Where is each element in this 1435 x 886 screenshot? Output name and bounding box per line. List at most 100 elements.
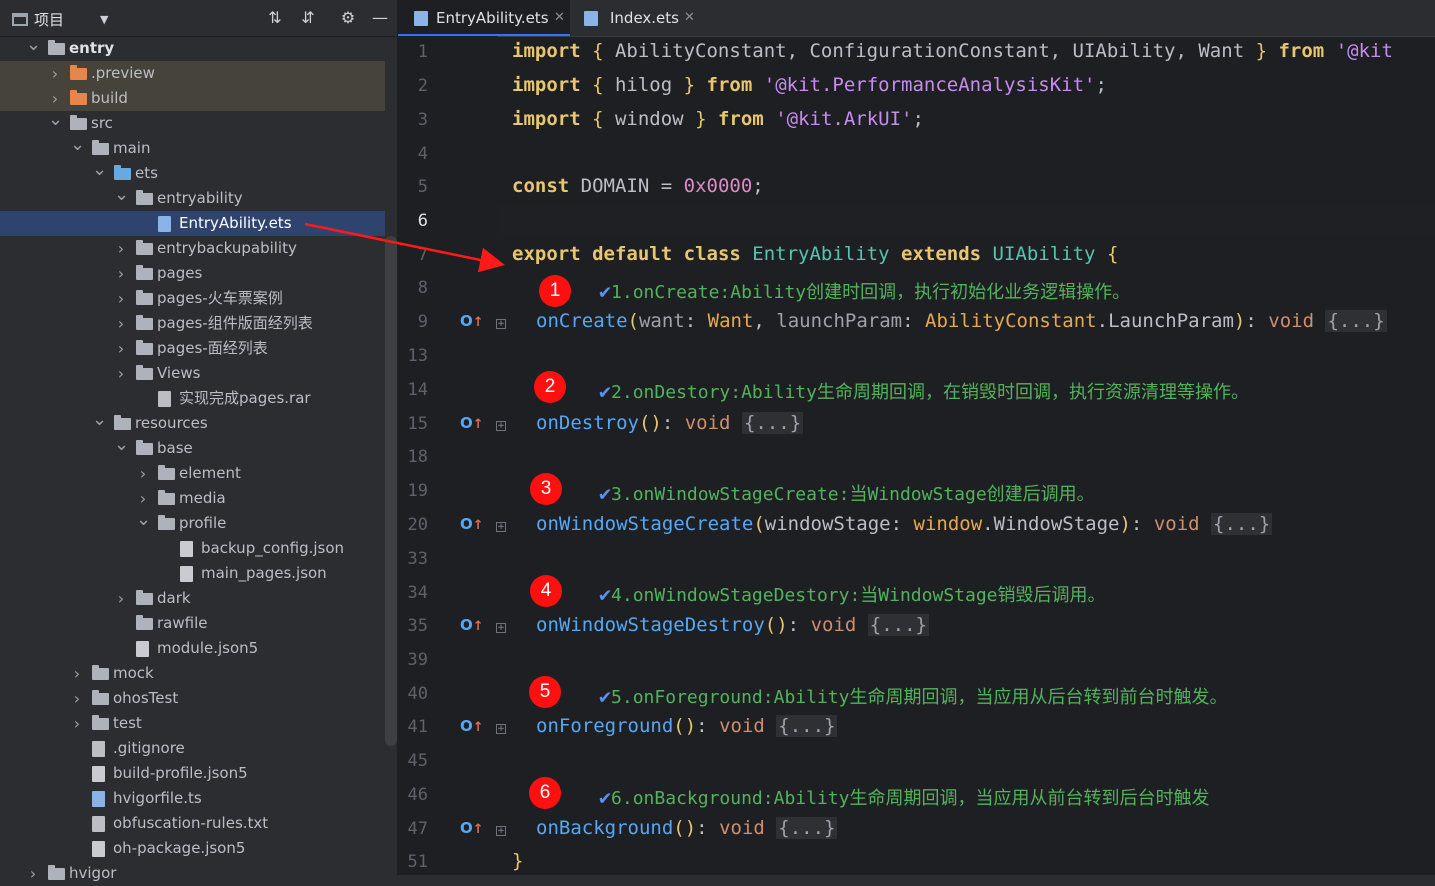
tree-item-label: rawfile: [157, 614, 208, 632]
folded-body[interactable]: {...}: [776, 817, 838, 839]
chevron-right-icon[interactable]: ›: [70, 686, 84, 711]
tree-item-label: 实现完成pages.rar: [179, 389, 311, 407]
tree-item-pages[interactable]: › pages: [0, 261, 385, 286]
tree-item-test[interactable]: › test: [0, 711, 385, 736]
folder-icon: [136, 290, 153, 305]
tree-item-base[interactable]: ⌄ base: [0, 434, 385, 461]
tree-item-profile[interactable]: ⌄ profile: [0, 509, 385, 536]
line-number: 18: [407, 447, 428, 467]
tree-item-hvigorfile-ts[interactable]: hvigorfile.ts: [0, 786, 385, 811]
tree-item-entryability[interactable]: ⌄ entryability: [0, 184, 385, 211]
tree-item-ohostest[interactable]: › ohosTest: [0, 686, 385, 711]
tree-item-main[interactable]: ⌄ main: [0, 134, 385, 161]
chevron-down-icon[interactable]: ⌄: [92, 157, 107, 182]
tree-item-pages[interactable]: › pages-组件版面经列表: [0, 311, 385, 336]
chevron-right-icon[interactable]: ›: [26, 861, 40, 886]
override-method-icon[interactable]: O↑: [460, 717, 484, 735]
tree-item-element[interactable]: › element: [0, 461, 385, 486]
chevron-right-icon[interactable]: ›: [114, 336, 128, 361]
tree-item-label: mock: [113, 664, 154, 682]
tree-item-oh-package-json5[interactable]: oh-package.json5: [0, 836, 385, 861]
collapse-all-icon[interactable]: ⇵: [298, 8, 318, 28]
override-method-icon[interactable]: O↑: [460, 819, 484, 837]
folded-body[interactable]: {...}: [741, 412, 804, 434]
tab-index[interactable]: Index.ets ✕: [570, 0, 700, 36]
chevron-right-icon[interactable]: ›: [48, 61, 62, 86]
line-number: 47: [407, 819, 428, 839]
tree-item-main-pages-json[interactable]: main_pages.json: [0, 561, 385, 586]
tree-item-pages[interactable]: › pages-面经列表: [0, 336, 385, 361]
chevron-down-icon[interactable]: ⌄: [70, 132, 85, 157]
tree-item-backup-config-json[interactable]: backup_config.json: [0, 536, 385, 561]
tree-item-build-profile-json5[interactable]: build-profile.json5: [0, 761, 385, 786]
tree-item-label: dark: [157, 589, 191, 607]
file-icon: [180, 566, 193, 582]
chevron-right-icon[interactable]: ›: [114, 236, 128, 261]
editor-gutter[interactable]: 1 2 3 4 5 6 7 8 9 O↑ +13 14 15 O↑ +18 19 20 O↑ +33 34 35 O↑ +3…: [398, 36, 506, 875]
file-icon: [136, 641, 149, 657]
project-tree-scrollbar[interactable]: [385, 236, 397, 746]
override-method-icon[interactable]: O↑: [460, 312, 484, 330]
tree-item-entrybackupability[interactable]: › entrybackupability: [0, 236, 385, 261]
tree-item-gitignore[interactable]: .gitignore: [0, 736, 385, 761]
chevron-down-icon[interactable]: ⌄: [114, 182, 129, 207]
tree-item-ets[interactable]: ⌄ ets: [0, 159, 385, 186]
code-area[interactable]: import { AbilityConstant, ConfigurationC…: [498, 36, 1435, 875]
chevron-right-icon[interactable]: ›: [136, 461, 150, 486]
folded-body[interactable]: {...}: [867, 614, 929, 636]
tab-entryability[interactable]: EntryAbility.ets ✕: [398, 0, 570, 36]
close-icon[interactable]: ✕: [684, 0, 695, 36]
chevron-down-icon[interactable]: ▼: [100, 13, 108, 26]
tree-item-rawfile[interactable]: rawfile: [0, 611, 385, 636]
line-number: 1: [417, 42, 428, 62]
close-icon[interactable]: ✕: [554, 0, 565, 36]
file-icon: [158, 391, 171, 407]
folded-body[interactable]: {...}: [776, 715, 838, 737]
line-number: 34: [407, 583, 428, 603]
minimize-icon[interactable]: —: [370, 8, 390, 28]
tree-item-src[interactable]: ⌄ src: [0, 109, 385, 136]
tree-item-mock[interactable]: › mock: [0, 661, 385, 686]
code-line-2: import { hilog } from '@kit.PerformanceA…: [512, 74, 1107, 96]
tree-item-label: backup_config.json: [201, 539, 345, 557]
chevron-right-icon[interactable]: ›: [114, 311, 128, 336]
override-method-icon[interactable]: O↑: [460, 515, 484, 533]
override-method-icon[interactable]: O↑: [460, 414, 484, 432]
tree-item-media[interactable]: › media: [0, 486, 385, 511]
chevron-right-icon[interactable]: ›: [114, 361, 128, 386]
expand-all-icon[interactable]: ⇅: [265, 8, 285, 28]
chevron-down-icon[interactable]: ⌄: [26, 32, 41, 57]
annotation-comment-2: ✔2.onDestory:Ability生命周期回调，在销毁时回调，执行资源清理…: [599, 379, 1249, 403]
tree-item-label: build-profile.json5: [113, 764, 248, 782]
tree-item-resources[interactable]: ⌄ resources: [0, 409, 385, 436]
tree-item-dark[interactable]: › dark: [0, 586, 385, 611]
tree-item-preview[interactable]: › .preview: [0, 61, 385, 86]
chevron-down-icon[interactable]: ⌄: [92, 407, 107, 432]
chevron-right-icon[interactable]: ›: [70, 661, 84, 686]
folder-icon: [136, 315, 153, 330]
folded-body[interactable]: {...}: [1211, 513, 1273, 535]
chevron-down-icon[interactable]: ⌄: [114, 432, 129, 457]
chevron-right-icon[interactable]: ›: [114, 261, 128, 286]
tree-item-label: main_pages.json: [201, 564, 327, 582]
tree-item-module-json5[interactable]: module.json5: [0, 636, 385, 661]
line-number: 9: [417, 312, 428, 332]
folder-icon: [136, 240, 153, 255]
chevron-right-icon[interactable]: ›: [70, 711, 84, 736]
tree-item-entry[interactable]: ⌄ entry: [0, 34, 385, 61]
folded-body[interactable]: {...}: [1325, 310, 1387, 332]
tree-item-views[interactable]: › Views: [0, 361, 385, 386]
tree-item-obfuscation-rules-txt[interactable]: obfuscation-rules.txt: [0, 811, 385, 836]
tree-item-entryability-ets[interactable]: EntryAbility.ets: [0, 211, 385, 236]
override-method-icon[interactable]: O↑: [460, 616, 484, 634]
chevron-down-icon[interactable]: ⌄: [136, 507, 151, 532]
chevron-right-icon[interactable]: ›: [114, 586, 128, 611]
tree-item-pages-rar[interactable]: 实现完成pages.rar: [0, 386, 385, 411]
tree-item-pages[interactable]: › pages-火车票案例: [0, 286, 385, 311]
gear-icon[interactable]: ⚙: [338, 8, 358, 28]
code-line-35: onWindowStageDestroy(): void {...}: [536, 614, 929, 636]
project-view-selector[interactable]: 项目 ▼: [12, 9, 108, 30]
chevron-down-icon[interactable]: ⌄: [48, 107, 63, 132]
chevron-right-icon[interactable]: ›: [114, 286, 128, 311]
tree-item-hvigor[interactable]: › hvigor: [0, 861, 385, 886]
